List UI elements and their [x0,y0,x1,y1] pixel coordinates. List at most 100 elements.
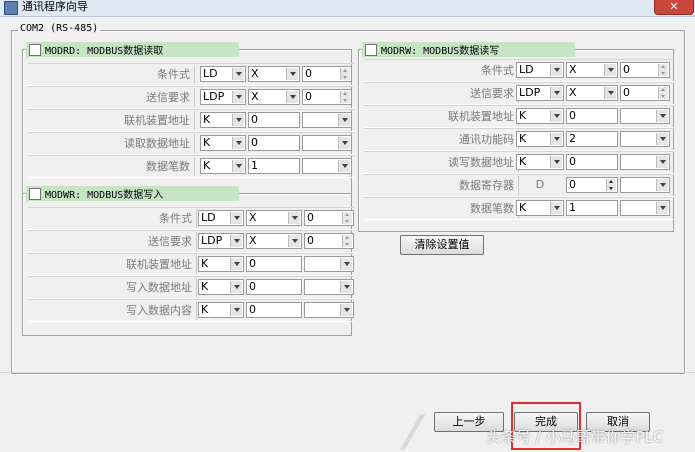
modrw-number-stepper[interactable]: 0 [566,177,618,193]
chevron-down-icon[interactable] [550,64,562,76]
chevron-down-icon[interactable] [338,137,350,149]
modrw-device-select[interactable]: LDP [516,85,564,101]
modrd-number-stepper[interactable]: 0 [302,89,352,105]
modwr-suffix-select[interactable] [304,302,354,318]
modrw-value-input[interactable]: 0 [566,154,618,170]
modwr-device-select[interactable]: K [198,302,244,318]
chevron-down-icon[interactable] [230,281,242,293]
modrd-device-type-select[interactable]: X [248,66,300,82]
modrd-suffix-select[interactable] [302,158,352,174]
modwr-device-type-select[interactable]: X [246,210,302,226]
modrd-device-select[interactable]: LD [200,66,246,82]
modrd-device-select[interactable]: K [200,135,246,151]
modwr-number-stepper[interactable]: 0 [304,210,354,226]
spin-arrows-icon[interactable] [606,179,616,191]
spin-arrows-icon[interactable] [340,68,350,80]
close-button[interactable]: ✕ [654,0,694,15]
modrd-value-input[interactable]: 0 [248,112,300,128]
spin-arrows-icon[interactable] [340,91,350,103]
modrw-value-input[interactable]: 1 [566,200,618,216]
chevron-down-icon[interactable] [338,160,350,172]
clear-settings-button[interactable]: 清除设置值 [400,235,484,255]
chevron-down-icon[interactable] [230,258,242,270]
chevron-down-icon[interactable] [340,258,352,270]
modrw-suffix-select[interactable] [620,177,670,193]
modrw-suffix-select[interactable] [620,200,670,216]
modrd-device-type-select[interactable]: X [248,89,300,105]
chevron-down-icon[interactable] [550,156,562,168]
modrw-number-stepper-value: 0 [569,178,576,191]
modrw-device-type-select[interactable]: X [566,62,618,78]
chevron-down-icon[interactable] [230,304,242,316]
modrw-suffix-select[interactable] [620,131,670,147]
chevron-down-icon[interactable] [286,91,298,103]
modrd-enable-checkbox[interactable] [29,43,41,56]
chevron-down-icon[interactable] [232,137,244,149]
modrw-enable-checkbox[interactable] [365,43,377,56]
chevron-down-icon[interactable] [656,133,668,145]
chevron-down-icon[interactable] [550,110,562,122]
chevron-down-icon[interactable] [550,87,562,99]
spin-arrows-icon[interactable] [658,87,668,99]
modwr-device-type-select[interactable]: X [246,233,302,249]
chevron-down-icon[interactable] [288,212,300,224]
modwr-number-stepper[interactable]: 0 [304,233,354,249]
chevron-down-icon[interactable] [340,304,352,316]
modrw-value-input[interactable]: 0 [566,108,618,124]
spin-arrows-icon[interactable] [342,235,352,247]
modrd-row: 联机装置地址 K 0 [28,109,354,132]
chevron-down-icon[interactable] [604,64,616,76]
modwr-value-input[interactable]: 0 [246,256,302,272]
chevron-down-icon[interactable] [288,235,300,247]
chevron-down-icon[interactable] [286,68,298,80]
chevron-down-icon[interactable] [340,281,352,293]
modrw-number-stepper[interactable]: 0 [620,85,670,101]
modrw-device-select[interactable]: K [516,200,564,216]
chevron-down-icon[interactable] [232,68,244,80]
modrd-suffix-select[interactable] [302,112,352,128]
chevron-down-icon[interactable] [230,212,242,224]
chevron-down-icon[interactable] [656,179,668,191]
modwr-value-input[interactable]: 0 [246,279,302,295]
chevron-down-icon[interactable] [656,110,668,122]
modwr-enable-checkbox[interactable] [29,187,41,200]
modrd-value-input[interactable]: 0 [248,135,300,151]
chevron-down-icon[interactable] [230,235,242,247]
modwr-suffix-select[interactable] [304,279,354,295]
modwr-value-input[interactable]: 0 [246,302,302,318]
modrw-device-select[interactable]: K [516,131,564,147]
modrw-number-stepper[interactable]: 0 [620,62,670,78]
modwr-device-select[interactable]: LD [198,210,244,226]
modrw-suffix-select[interactable] [620,154,670,170]
modrw-row-label: 送信要求 [470,87,514,100]
modrd-device-select[interactable]: K [200,158,246,174]
modrw-suffix-select[interactable] [620,108,670,124]
chevron-down-icon[interactable] [656,156,668,168]
chevron-down-icon[interactable] [232,91,244,103]
spin-arrows-icon[interactable] [342,212,352,224]
chevron-down-icon[interactable] [232,160,244,172]
modrd-number-stepper[interactable]: 0 [302,66,352,82]
modrd-suffix-select[interactable] [302,135,352,151]
modrd-value-input[interactable]: 1 [248,158,300,174]
modrw-row-label: 读写数据地址 [448,156,514,169]
modwr-device-select[interactable]: LDP [198,233,244,249]
spin-arrows-icon[interactable] [658,64,668,76]
chevron-down-icon[interactable] [604,87,616,99]
chevron-down-icon[interactable] [338,114,350,126]
modrd-device-select[interactable]: LDP [200,89,246,105]
modwr-device-select[interactable]: K [198,279,244,295]
modrw-device-type: D [535,178,545,191]
chevron-down-icon[interactable] [232,114,244,126]
chevron-down-icon[interactable] [550,202,562,214]
modrd-device-select[interactable]: K [200,112,246,128]
modrw-value-input[interactable]: 2 [566,131,618,147]
modrw-device-select[interactable]: LD [516,62,564,78]
modwr-suffix-select[interactable] [304,256,354,272]
modwr-device-select[interactable]: K [198,256,244,272]
modrw-device-select[interactable]: K [516,108,564,124]
chevron-down-icon[interactable] [656,202,668,214]
chevron-down-icon[interactable] [550,133,562,145]
modrw-device-select[interactable]: K [516,154,564,170]
modrw-device-type-select[interactable]: X [566,85,618,101]
